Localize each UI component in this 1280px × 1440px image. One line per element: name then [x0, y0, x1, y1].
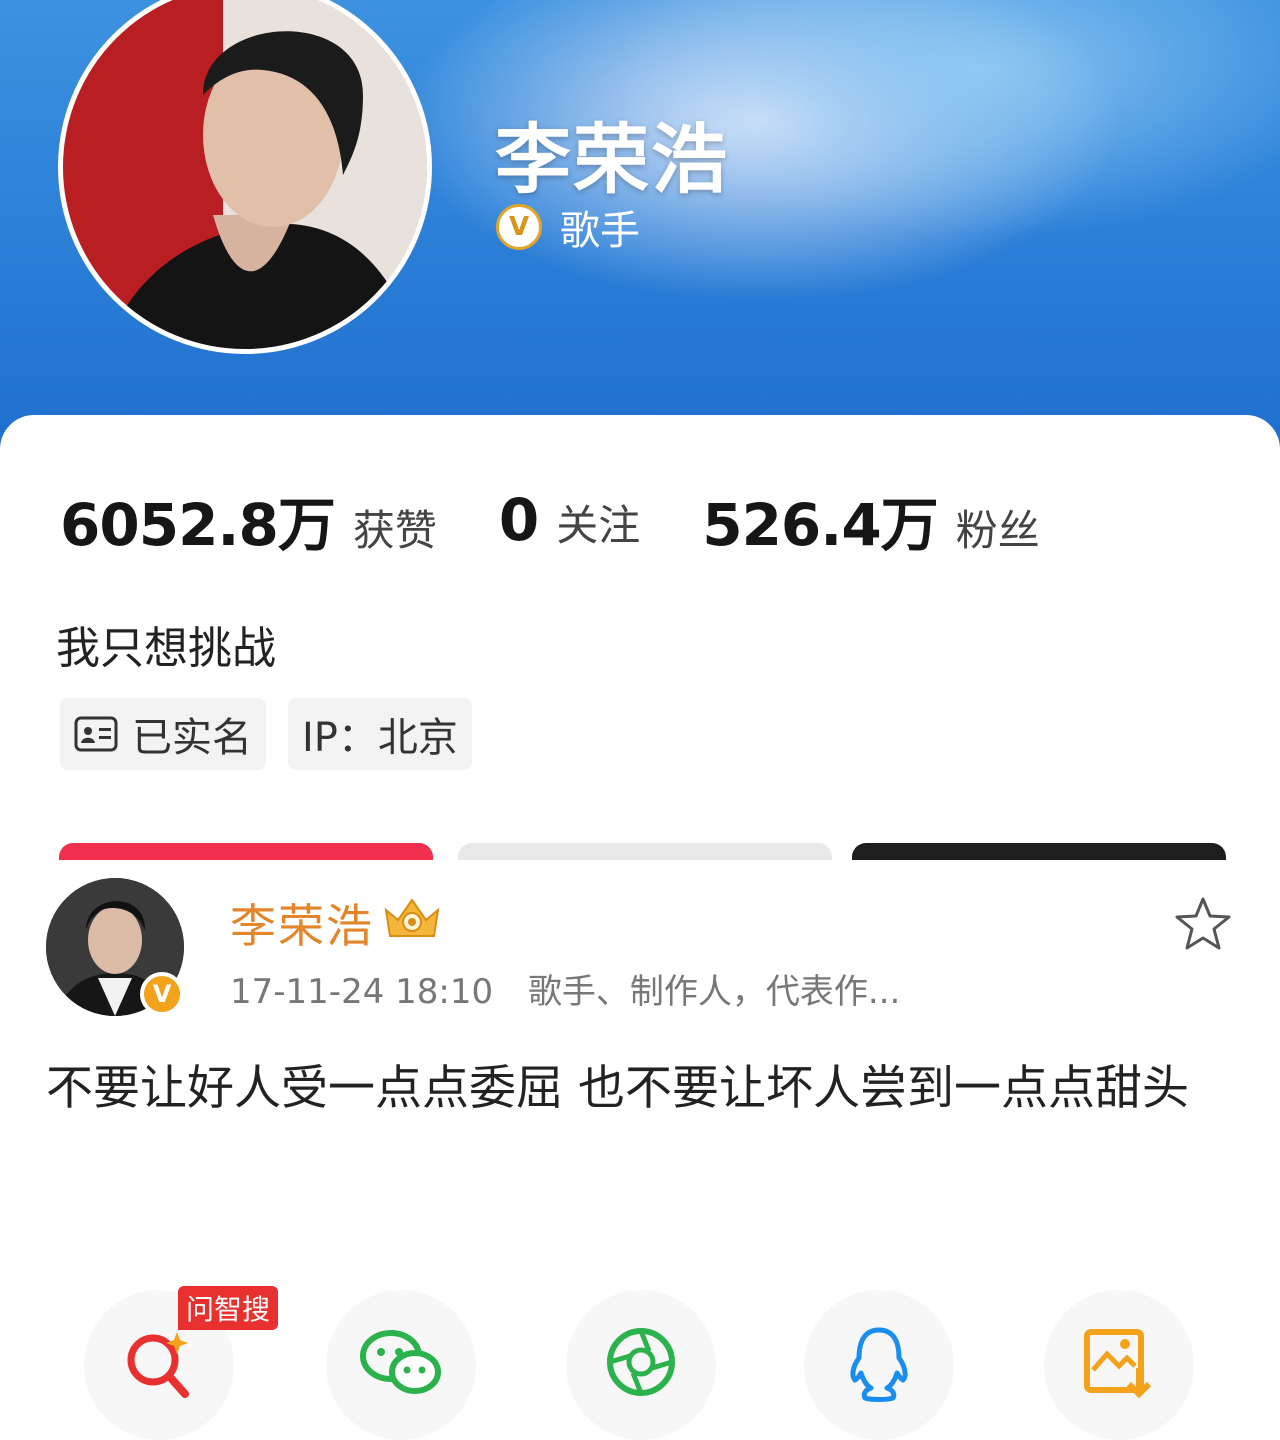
verified-badge-icon: V — [496, 204, 542, 250]
stat-following-label: 关注 — [556, 501, 641, 550]
post-meta: 17-11-24 18:10 歌手、制作人，代表作... — [230, 964, 900, 1013]
ip-location-tag: IP：北京 — [288, 698, 472, 770]
share-qq[interactable] — [804, 1290, 954, 1440]
stat-likes[interactable]: 6052.8万 获赞 — [60, 478, 437, 562]
stat-likes-label: 获赞 — [352, 506, 437, 555]
ip-location-label: IP：北京 — [302, 715, 458, 761]
realname-tag-label: 已实名 — [132, 715, 252, 761]
post-author-name[interactable]: 李荣浩 — [230, 890, 374, 956]
profile-name: 李荣浩 — [495, 115, 729, 204]
profile-stats: 6052.8万 获赞 0 关注 526.4万 粉丝 — [60, 480, 1102, 560]
ai-search-icon — [127, 1332, 189, 1398]
profile-header: 李荣浩 V 歌手 — [0, 0, 1280, 450]
stat-likes-value: 6052.8万 — [60, 491, 336, 559]
qq-icon — [850, 1327, 908, 1402]
verification-row: V 歌手 — [496, 198, 640, 256]
post-verified-icon: V — [140, 972, 184, 1016]
crown-badge-icon — [384, 898, 440, 937]
post-content: 不要让好人受一点点委屈 也不要让坏人尝到一点点甜头 — [46, 1061, 1189, 1116]
post-author-description: 歌手、制作人，代表作... — [527, 972, 901, 1012]
profile-bio: 我只想挑战 — [56, 623, 276, 674]
verification-title: 歌手 — [560, 208, 640, 254]
profile-tags: 已实名 IP：北京 — [60, 698, 494, 770]
stat-following[interactable]: 0 关注 — [499, 486, 640, 554]
realname-tag[interactable]: 已实名 — [60, 698, 266, 770]
wechat-icon — [360, 1330, 441, 1394]
moments-icon — [607, 1328, 675, 1396]
stat-following-value: 0 — [498, 486, 539, 554]
id-card-icon — [74, 716, 118, 752]
ai-search-badge: 问智搜 — [178, 1286, 279, 1330]
stat-followers-label: 粉丝 — [955, 506, 1040, 555]
save-image-icon — [1084, 1329, 1152, 1398]
stat-followers-value: 526.4万 — [702, 491, 938, 559]
share-moments[interactable] — [566, 1290, 716, 1440]
profile-avatar[interactable] — [58, 0, 432, 354]
post-timestamp: 17-11-24 18:10 — [230, 972, 494, 1012]
favorite-star-icon[interactable] — [1174, 896, 1232, 952]
stat-followers[interactable]: 526.4万 粉丝 — [702, 478, 1039, 562]
share-wechat[interactable] — [326, 1290, 476, 1440]
share-save-image[interactable] — [1044, 1290, 1194, 1440]
